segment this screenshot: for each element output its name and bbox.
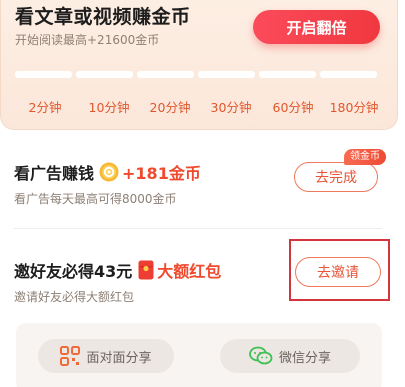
ad-task-reward: +181金币 xyxy=(122,164,201,183)
time-label-20min: 20分钟 xyxy=(149,100,191,115)
claim-coins-badge: 领金币 xyxy=(344,149,386,165)
time-label-10min: 10分钟 xyxy=(88,100,130,115)
ad-task-complete-button[interactable]: 去完成 xyxy=(294,162,378,192)
reading-card-subtitle: 开始阅读最高+21600金币 xyxy=(15,33,160,47)
wechat-icon xyxy=(249,346,273,366)
enable-double-button[interactable]: 开启翻倍 xyxy=(253,10,380,44)
invite-task-subtitle: 邀请好友必得大额红包 xyxy=(14,290,135,304)
task-divider xyxy=(14,228,382,229)
ad-task-subtitle: 看广告每天最高可得8000金币 xyxy=(14,192,177,206)
progress-segment xyxy=(198,71,255,78)
reading-card-title: 看文章或视频赚金币 xyxy=(15,6,191,28)
wechat-share-button[interactable]: 微信分享 xyxy=(220,339,360,373)
invite-friends-button[interactable]: 去邀请 xyxy=(295,257,381,287)
progress-segment xyxy=(320,71,377,78)
wechat-share-label: 微信分享 xyxy=(278,350,331,366)
qr-code-icon xyxy=(60,346,81,366)
task-page: 看文章或视频赚金币 开始阅读最高+21600金币 开启翻倍 2分钟 10分钟 2… xyxy=(0,0,405,387)
progress-segment xyxy=(137,71,194,78)
ad-task-title-row: 看广告赚钱 +181金币 xyxy=(14,160,201,184)
progress-segment xyxy=(15,71,72,78)
time-label-2min: 2分钟 xyxy=(28,100,62,115)
face-to-face-share-button[interactable]: 面对面分享 xyxy=(38,339,174,373)
reading-progress-track xyxy=(15,71,381,78)
time-label-180min: 180分钟 xyxy=(329,100,379,115)
progress-segment xyxy=(259,71,316,78)
invite-task-title: 邀好友必得43元 xyxy=(14,262,133,281)
reading-reward-card: 看文章或视频赚金币 开始阅读最高+21600金币 开启翻倍 2分钟 10分钟 2… xyxy=(0,0,398,130)
time-label-60min: 60分钟 xyxy=(272,100,314,115)
face-to-face-share-label: 面对面分享 xyxy=(86,350,152,366)
share-panel: 面对面分享 微信分享 xyxy=(16,323,382,387)
red-packet-icon xyxy=(138,260,154,280)
invite-task-reward: 大额红包 xyxy=(157,262,222,281)
invite-task-title-row: 邀好友必得43元 大额红包 xyxy=(14,258,221,282)
coin-icon xyxy=(99,162,119,182)
time-label-30min: 30分钟 xyxy=(210,100,252,115)
progress-segment xyxy=(76,71,133,78)
ad-task-title: 看广告赚钱 xyxy=(14,164,95,183)
